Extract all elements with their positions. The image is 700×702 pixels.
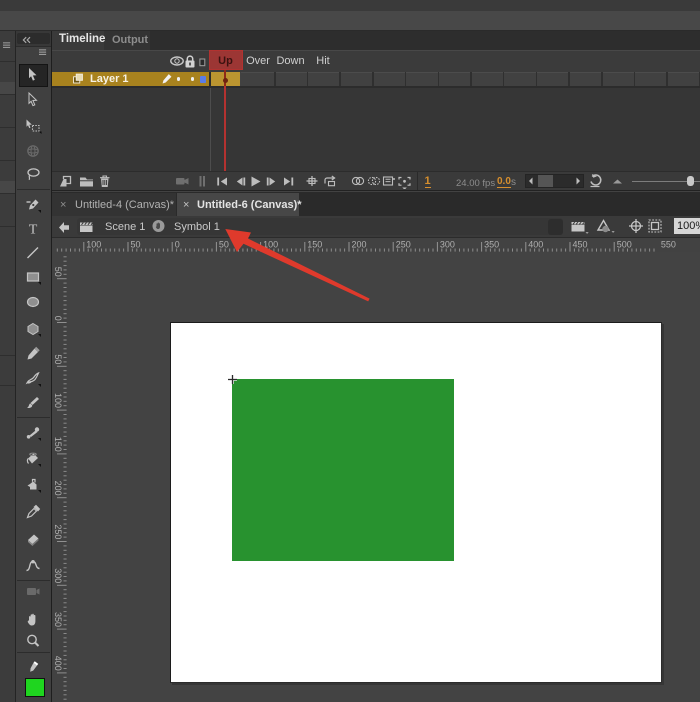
svg-text:350: 350 (53, 612, 63, 627)
svg-text:250: 250 (396, 240, 411, 250)
svg-text:200: 200 (352, 240, 367, 250)
svg-text:0: 0 (53, 316, 63, 321)
svg-text:450: 450 (573, 240, 588, 250)
svg-text:T: T (29, 222, 38, 237)
svg-text:350: 350 (484, 240, 499, 250)
svg-text:150: 150 (53, 437, 63, 452)
svg-text:50: 50 (53, 354, 63, 364)
svg-text:150: 150 (307, 240, 322, 250)
svg-text:300: 300 (53, 568, 63, 583)
svg-text:400: 400 (53, 656, 63, 671)
svg-text:200: 200 (53, 481, 63, 496)
svg-text:100: 100 (53, 393, 63, 408)
svg-text:300: 300 (440, 240, 455, 250)
svg-text:50: 50 (131, 240, 141, 250)
svg-text:250: 250 (53, 524, 63, 539)
svg-text:100: 100 (263, 240, 278, 250)
svg-text:550: 550 (661, 240, 676, 250)
svg-text:400: 400 (528, 240, 543, 250)
svg-text:100: 100 (86, 240, 101, 250)
svg-text:0: 0 (175, 240, 180, 250)
svg-text:50: 50 (219, 240, 229, 250)
svg-text:50: 50 (53, 267, 63, 277)
svg-text:500: 500 (617, 240, 632, 250)
